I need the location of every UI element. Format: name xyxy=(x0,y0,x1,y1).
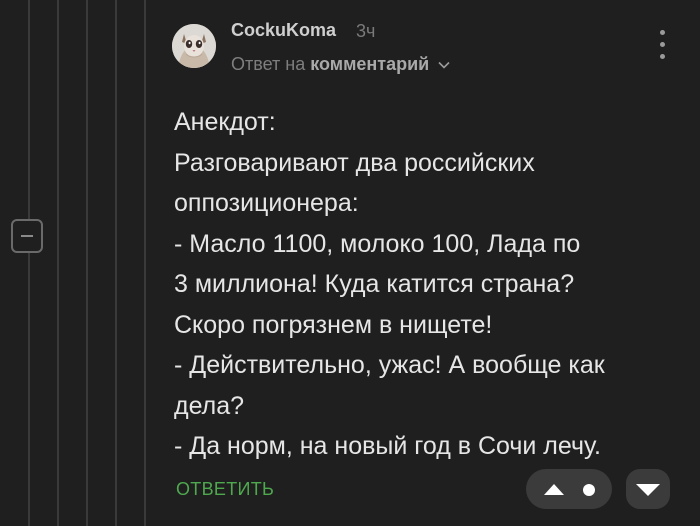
triangle-up-icon xyxy=(544,484,595,496)
username[interactable]: CockuKoma xyxy=(231,20,336,41)
timestamp: 3ч xyxy=(356,21,376,41)
comment-line: Анекдот: xyxy=(174,108,276,136)
chevron-down-icon xyxy=(438,62,450,69)
collapse-thread-button[interactable] xyxy=(11,219,43,253)
vertical-dots-icon-dot-3 xyxy=(660,54,665,59)
thread-line-5 xyxy=(144,0,146,526)
comment-line: - Да норм, на новый год в Сочи лечу. xyxy=(174,432,601,460)
vertical-dots-icon-dot-2 xyxy=(660,42,665,47)
thread-line-2 xyxy=(57,0,59,526)
comment-body: Анекдот: Разговаривают два российских оп… xyxy=(174,102,674,467)
reply-button[interactable]: ОТВЕТИТЬ xyxy=(176,479,274,500)
upvote-button[interactable] xyxy=(526,469,612,509)
minus-icon xyxy=(21,235,33,237)
thread-line-1 xyxy=(28,0,30,526)
comment-line: 3 миллиона! Куда катится страна? xyxy=(174,270,575,298)
thread-line-3 xyxy=(86,0,88,526)
downvote-button[interactable] xyxy=(626,469,670,509)
comment-line: - Масло 1100, молоко 100, Лада по xyxy=(174,229,581,258)
avatar[interactable] xyxy=(172,24,216,68)
reply-to-prefix: Ответ на xyxy=(231,54,306,74)
comment-line: - Действительно, ужас! А вообще как xyxy=(174,351,605,379)
reply-to-target: комментарий xyxy=(310,54,430,74)
avatar-image xyxy=(172,24,216,68)
more-options-button[interactable] xyxy=(652,28,672,62)
comment-line: Скоро погрязнем в нищете! xyxy=(174,310,493,339)
reply-to-link[interactable]: Ответ на комментарий xyxy=(231,54,450,75)
comment-line: оппозиционера: xyxy=(174,189,359,217)
vertical-dots-icon xyxy=(660,30,665,35)
triangle-down-icon xyxy=(636,484,660,496)
thread-line-4 xyxy=(115,0,117,526)
comment-line: дела? xyxy=(174,391,245,420)
comment-line: Разговаривают два российских xyxy=(174,148,535,177)
